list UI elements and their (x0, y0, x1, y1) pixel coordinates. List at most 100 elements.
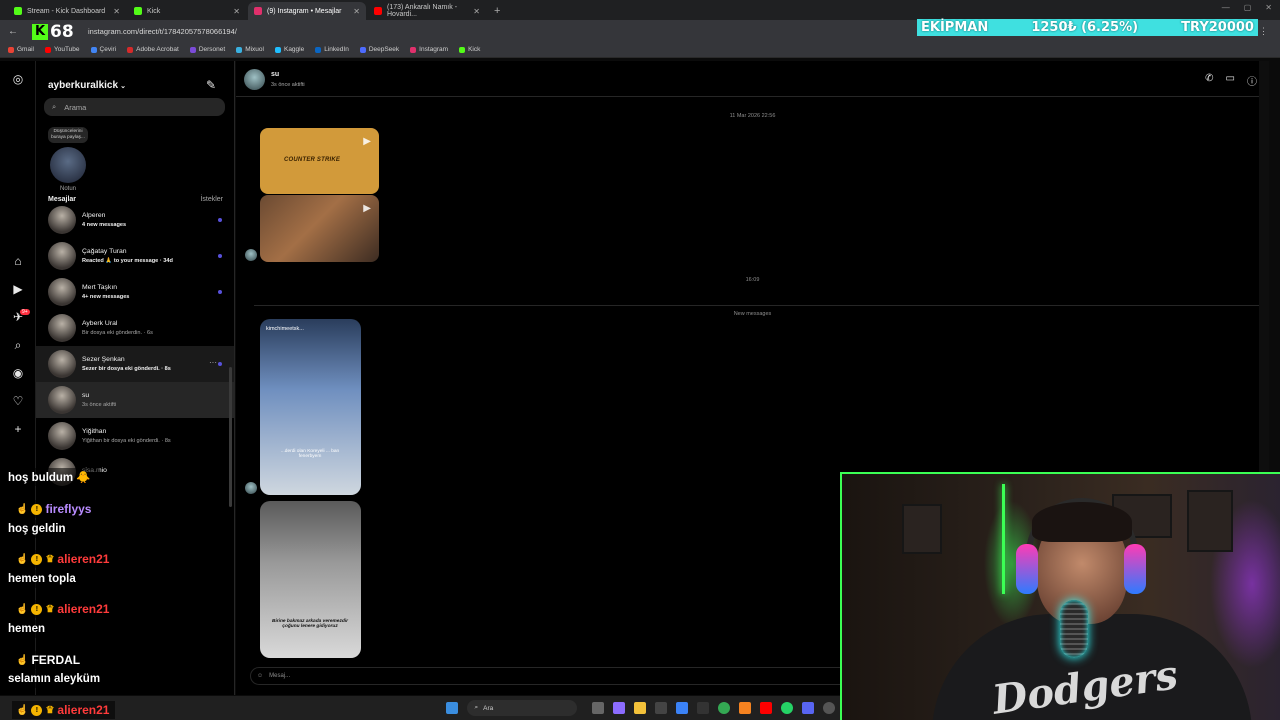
explore-icon[interactable]: ◉ (10, 365, 26, 381)
tab-kick-dashboard[interactable]: Stream - Kick Dashboard ✕ (8, 2, 126, 20)
avatar (48, 386, 76, 414)
file-explorer-icon[interactable] (633, 702, 646, 714)
avatar (48, 422, 76, 450)
bookmark-label: Dersonet (198, 46, 226, 53)
new-tab-icon[interactable]: + (488, 2, 506, 20)
conversation-preview: Reacted 🙏 to your message · 34d (82, 258, 173, 264)
youtube-icon[interactable] (759, 702, 772, 714)
heart-icon[interactable]: ♡ (10, 393, 26, 409)
chat-username: ☝! ♛ alieren21 (12, 600, 116, 618)
crown-badge-icon: ♛ (45, 603, 55, 615)
compose-icon[interactable]: ✎ (206, 78, 216, 92)
instagram-logo-icon[interactable]: ◎ (10, 71, 26, 87)
chrome-icon[interactable] (717, 702, 730, 714)
close-icon[interactable]: ✕ (233, 7, 240, 16)
tab-label: Stream - Kick Dashboard (27, 7, 106, 15)
taskbar-search[interactable]: ⌕ Ara (466, 700, 577, 716)
avatar (48, 278, 76, 306)
back-arrow-icon[interactable]: ← (8, 26, 18, 37)
more-options-icon[interactable]: ··· (209, 358, 217, 367)
conversation-item[interactable]: Çağatay Turan Reacted 🙏 to your message … (36, 238, 234, 274)
search-icon[interactable]: ⌕ (10, 337, 26, 353)
avatar (245, 249, 257, 261)
gifter-badge-icon: ☝ (16, 603, 29, 615)
search-icon: ⌕ (52, 102, 57, 111)
bookmark-item[interactable]: LinkedIn (315, 46, 349, 53)
note-bubble: Düşüncelerini buraya paylaş... (48, 127, 88, 143)
app-icon[interactable] (738, 702, 751, 714)
conversation-item[interactable]: Alperen 4 new messages (36, 202, 234, 238)
bookmark-item[interactable]: Gmail (8, 46, 34, 53)
bookmark-item[interactable]: Kaggle (274, 46, 304, 53)
conversation-item[interactable]: su 3s önce aktifti (36, 382, 234, 418)
username-text: alieren21 (57, 703, 110, 717)
home-icon[interactable]: ⌂ (10, 253, 26, 269)
conversation-item[interactable]: Mert Taşkın 4+ new messages (36, 274, 234, 310)
chat-message-text: hemen (0, 620, 54, 638)
chat-message-text: hoş buldum 🐥 (0, 468, 99, 486)
minimize-icon[interactable]: — (1222, 3, 1230, 12)
bookmark-item[interactable]: Mixuol (236, 46, 264, 53)
bookmark-favicon-icon (236, 46, 243, 53)
app-icon[interactable] (696, 702, 709, 714)
browser-tab-strip: Stream - Kick Dashboard ✕ Kick ✕ (9) Ins… (0, 0, 1280, 20)
bookmark-label: Çeviri (99, 46, 117, 53)
reels-icon[interactable]: ▶ (10, 281, 26, 297)
close-window-icon[interactable]: ✕ (1265, 3, 1272, 12)
copilot-icon[interactable] (612, 702, 625, 714)
shared-video-card[interactable]: ▶ (260, 195, 379, 262)
obs-icon[interactable] (822, 702, 835, 714)
bookmark-item[interactable]: DeepSeek (359, 46, 399, 53)
bookmark-item[interactable]: Adobe Acrobat (127, 46, 179, 53)
discord-icon[interactable] (801, 702, 814, 714)
microphone (1060, 600, 1088, 658)
close-icon[interactable]: ✕ (353, 7, 360, 16)
conversation-preview: Bir dosya eki gönderdin. · 6s (82, 330, 153, 336)
chat-username: ☝ FERDAL (12, 651, 87, 669)
whatsapp-icon[interactable] (780, 702, 793, 714)
unread-dot (218, 218, 222, 222)
message-input[interactable]: ☺ Mesaj... (250, 667, 850, 685)
chat-message-text: hemen topla (0, 570, 84, 588)
stream-chat-overlay: hoş buldum 🐥 ☝! fireflyys hoş geldin ☝! ♛ alie… (0, 468, 330, 720)
calculator-icon[interactable] (654, 702, 667, 714)
wall-frame (902, 504, 942, 554)
maximize-icon[interactable]: ▢ (1244, 3, 1252, 12)
url-field[interactable]: instagram.com/direct/t/17842057578066194… (88, 27, 237, 36)
led-light (1002, 484, 1005, 594)
tab-youtube[interactable]: (173) Ankaralı Namık - Hovardi... ✕ (368, 2, 486, 20)
reel-caption: ...derdi olan Koreyeli ... ban fenerbyem (280, 449, 340, 459)
chat-username: ☝! ♛ alieren21 (12, 701, 116, 719)
conversation-item[interactable]: Sezer Şenkan Sezer bir dosya eki gönderd… (36, 346, 234, 382)
close-icon[interactable]: ✕ (113, 7, 120, 16)
bookmark-item[interactable]: Dersonet (189, 46, 226, 53)
close-icon[interactable]: ✕ (473, 7, 480, 16)
bookmark-item[interactable]: Kick (459, 46, 480, 53)
bookmark-item[interactable]: Çeviri (90, 46, 117, 53)
browser-menu-icon[interactable]: ⋮ (1259, 26, 1268, 37)
windows-start-icon[interactable] (445, 702, 458, 714)
search-input[interactable]: ⌕ Arama (44, 98, 225, 116)
username-text: FERDAL (31, 653, 81, 667)
tab-kick[interactable]: Kick ✕ (128, 2, 246, 20)
tab-instagram[interactable]: (9) Instagram • Mesajlar ✕ (248, 2, 366, 20)
store-icon[interactable] (675, 702, 688, 714)
bookmark-item[interactable]: Instagram (410, 46, 448, 53)
conversation-item[interactable]: Yiğithan Yiğithan bir dosya eki gönderdi… (36, 418, 234, 454)
bookmark-favicon-icon (90, 46, 97, 53)
contact-name[interactable]: su (271, 71, 279, 78)
webcam-feed: Dodgers (840, 472, 1280, 720)
video-icon[interactable]: ▭ (1226, 73, 1235, 88)
create-icon[interactable]: + (10, 421, 26, 437)
inbox-username[interactable]: ayberkuralkick ⌄ (48, 80, 126, 91)
conversation-name: Alperen (82, 212, 106, 219)
bookmark-item[interactable]: YouTube (44, 46, 80, 53)
phone-icon[interactable]: ✆ (1205, 73, 1213, 88)
note-widget[interactable]: Düşüncelerini buraya paylaş... Notun (48, 127, 88, 192)
task-view-icon[interactable] (591, 702, 604, 714)
tab-label: (9) Instagram • Mesajlar (267, 7, 342, 15)
info-icon[interactable]: ⓘ (1247, 73, 1257, 88)
shared-reel-card[interactable]: COUNTER STRIKE ▶ (260, 128, 379, 194)
conversation-item[interactable]: Ayberk Ural Bir dosya eki gönderdin. · 6… (36, 310, 234, 346)
avatar[interactable] (244, 69, 265, 90)
